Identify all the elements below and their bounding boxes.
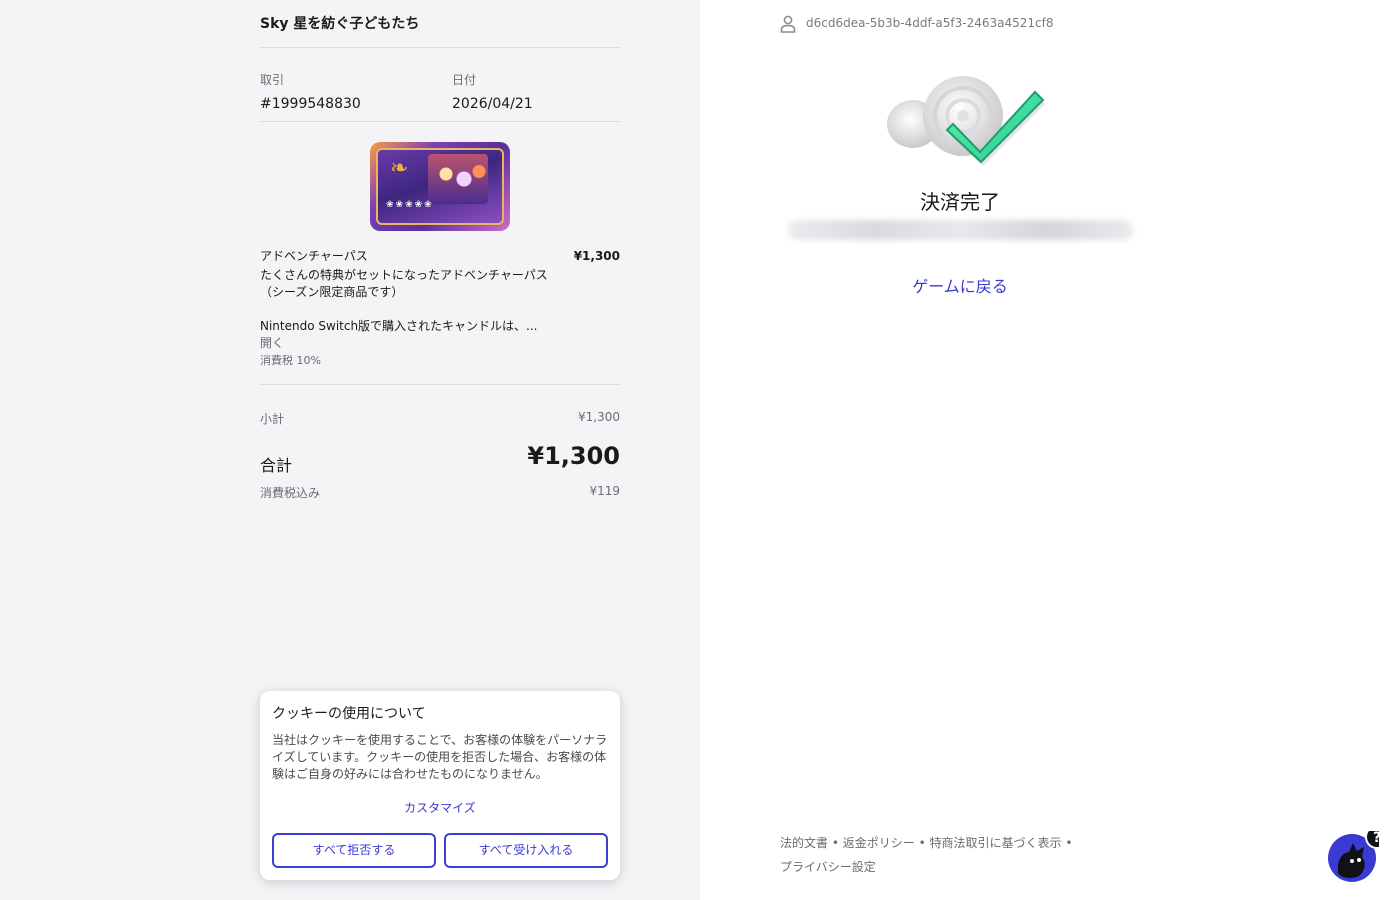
horn-icon: ❧	[390, 156, 409, 181]
divider	[260, 384, 620, 385]
transaction-id-value: #1999548830	[260, 96, 361, 112]
payment-complete-title: 決済完了	[920, 190, 1000, 214]
cookie-banner: クッキーの使用について 当社はクッキーを使用することで、お客様の体験をパーソナラ…	[260, 691, 620, 880]
line-item: アドベンチャーパス ¥1,300 たくさんの特典がセットになったアドベンチャーパ…	[260, 248, 620, 369]
reject-all-button[interactable]: すべて拒否する	[272, 833, 436, 868]
footer-refund-link[interactable]: 返金ポリシー	[843, 836, 915, 850]
totals: 小計 ¥1,300 合計 ¥1,300 消費税込み ¥119	[260, 410, 620, 504]
status-panel: d6cd6dea-5b3b-4ddf-a5f3-2463a4521cf8 決済完…	[700, 0, 1400, 900]
footer-legal-link[interactable]: 法的文書	[780, 836, 828, 850]
help-chat-button[interactable]: ?	[1327, 831, 1379, 883]
item-description: たくさんの特典がセットになったアドベンチャーパス（シーズン限定商品です）	[260, 268, 548, 299]
footer-commerce-link[interactable]: 特商法取引に基づく表示	[930, 836, 1062, 850]
accept-all-button[interactable]: すべて受け入れる	[444, 833, 608, 868]
item-note: Nintendo Switch版で購入されたキャンドルは、...	[260, 319, 538, 333]
transaction-date-value: 2026/04/21	[452, 96, 533, 112]
cookie-customize-link[interactable]: カスタマイズ	[260, 799, 620, 816]
tax-included-label: 消費税込み	[260, 486, 321, 500]
item-tax-rate: 消費税 10%	[260, 354, 321, 367]
transaction-id-label: 取引	[260, 73, 285, 87]
item-open-link[interactable]: 開く	[260, 335, 620, 352]
footer-separator: •	[1065, 836, 1073, 850]
characters-artwork	[428, 154, 488, 204]
footer-separator: •	[918, 836, 926, 850]
subtotal-value: ¥1,300	[578, 410, 620, 424]
item-name: アドベンチャーパス	[260, 249, 368, 263]
transaction-id: 取引 #1999548830	[260, 72, 361, 114]
total-value: ¥1,300	[527, 442, 620, 470]
success-block: 決済完了 ゲームに戻る	[700, 0, 1220, 300]
svg-text:?: ?	[1373, 831, 1379, 846]
redacted-text	[788, 220, 1133, 240]
transaction-date: 日付 2026/04/21	[452, 72, 533, 114]
total-row: 合計 ¥1,300	[260, 442, 620, 482]
item-price: ¥1,300	[573, 249, 620, 263]
tax-included-value: ¥119	[589, 484, 620, 498]
total-label: 合計	[260, 456, 293, 475]
footer-privacy-link[interactable]: プライバシー設定	[780, 860, 876, 874]
subtotal-row: 小計 ¥1,300	[260, 410, 620, 430]
subtotal-label: 小計	[260, 412, 285, 426]
tax-included-row: 消費税込み ¥119	[260, 484, 620, 504]
success-check-icon	[887, 76, 1045, 166]
cosmetic-icons: ❀❀❀❀❀	[386, 200, 434, 210]
back-to-game-link[interactable]: ゲームに戻る	[700, 273, 1220, 297]
footer-separator: •	[831, 836, 839, 850]
transaction-meta: 取引 #1999548830 日付 2026/04/21	[260, 72, 620, 122]
cookie-body: 当社はクッキーを使用することで、お客様の体験をパーソナライズしています。クッキー…	[272, 733, 608, 781]
product-image: ❧ ❀❀❀❀❀	[370, 142, 510, 231]
merchant-name: Sky 星を紡ぐ子どもたち	[260, 14, 620, 48]
transaction-date-label: 日付	[452, 73, 477, 87]
footer-links: 法的文書 • 返金ポリシー • 特商法取引に基づく表示 • プライバシー設定	[780, 831, 1080, 879]
order-summary-panel: Sky 星を紡ぐ子どもたち 取引 #1999548830 日付 2026/04/…	[0, 0, 700, 900]
cookie-title: クッキーの使用について	[272, 706, 426, 722]
